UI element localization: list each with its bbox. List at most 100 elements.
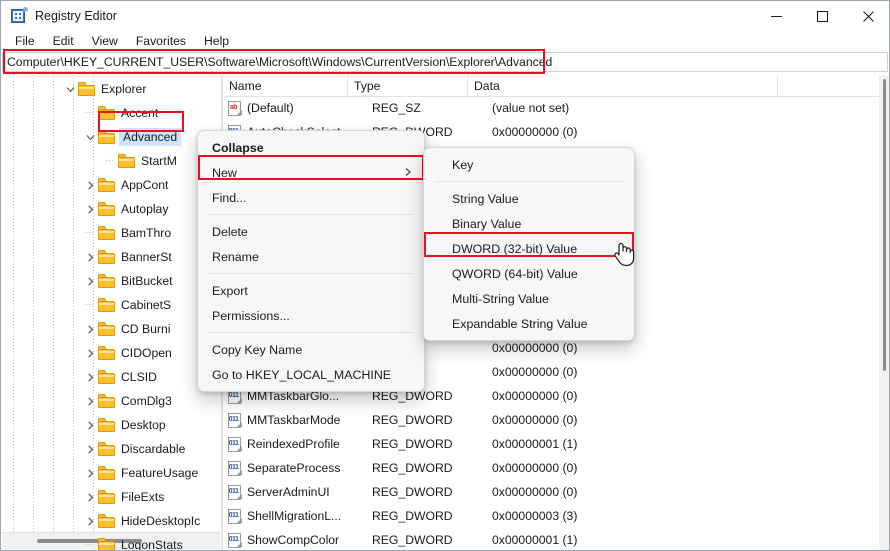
tree-item-bitbucket[interactable]: BitBucket [2, 269, 221, 293]
submenu-item-expandable-string-value[interactable]: Expandable String Value [424, 311, 634, 336]
cell-data: 0x00000000 (0) [492, 485, 578, 499]
tree-item-clsid[interactable]: CLSID [2, 365, 221, 389]
cell-type: REG_DWORD [372, 509, 453, 523]
chevron-right-icon[interactable] [82, 365, 98, 389]
chevron-right-icon[interactable] [82, 341, 98, 365]
tree-item-autoplay[interactable]: Autoplay [2, 197, 221, 221]
menu-item-help[interactable]: Help [196, 33, 237, 49]
menu-item-view[interactable]: View [84, 33, 126, 49]
submenu-item-key[interactable]: Key [424, 152, 634, 177]
chevron-right-icon[interactable] [82, 461, 98, 485]
submenu-item-dword-32-bit-value[interactable]: DWORD (32-bit) Value [424, 236, 634, 261]
chevron-right-icon[interactable] [82, 269, 98, 293]
chevron-right-icon[interactable] [82, 509, 98, 533]
minimize-button[interactable] [753, 1, 799, 31]
submenu-item-string-value[interactable]: String Value [424, 186, 634, 211]
chevron-down-icon[interactable] [62, 77, 78, 101]
folder-icon [98, 249, 116, 265]
tree-item-bannerst[interactable]: BannerSt [2, 245, 221, 269]
tree-item-label: Advanced [119, 128, 182, 146]
context-menu-item-find[interactable]: Find... [198, 185, 424, 210]
context-menu-item-rename[interactable]: Rename [198, 244, 424, 269]
chevron-right-icon[interactable] [82, 485, 98, 509]
tree-item-advanced[interactable]: Advanced [2, 125, 221, 149]
context-menu-item-export[interactable]: Export [198, 278, 424, 303]
tree-item-fileexts[interactable]: FileExts [2, 485, 221, 509]
tree-item-cabinets[interactable]: CabinetS [2, 293, 221, 317]
context-menu-item-permissions[interactable]: Permissions... [198, 303, 424, 328]
tree-item-cidopen[interactable]: CIDOpen [2, 341, 221, 365]
column-header-name[interactable]: Name [223, 75, 348, 96]
tree-item-explorer[interactable]: Explorer [2, 77, 221, 101]
tree-indent-spacer [2, 341, 82, 365]
context-menu-item-go-to-hkey-local-machine[interactable]: Go to HKEY_LOCAL_MACHINE [198, 362, 424, 387]
tree-item-label: BitBucket [121, 274, 173, 288]
chevron-right-icon[interactable] [82, 245, 98, 269]
cell-name: ServerAdminUI [247, 485, 330, 499]
chevron-right-icon[interactable] [82, 437, 98, 461]
tree-item-desktop[interactable]: Desktop [2, 413, 221, 437]
table-row[interactable]: 011 MMTaskbarMode REG_DWORD 0x00000000 (0) [223, 408, 889, 432]
registry-tree-pane[interactable]: Explorer Accent Advanced StartM AppCont Autop… [2, 75, 221, 550]
menu-item-file[interactable]: File [7, 33, 43, 49]
cell-data: 0x00000003 (3) [492, 509, 578, 523]
tree-item-startm[interactable]: StartM [2, 149, 221, 173]
tree-indent-spacer [2, 389, 82, 413]
tree-item-discardable[interactable]: Discardable [2, 437, 221, 461]
context-menu-item-delete[interactable]: Delete [198, 219, 424, 244]
tree-item-list: Explorer Accent Advanced StartM AppCont Autop… [2, 75, 221, 550]
submenu-item-multi-string-value[interactable]: Multi-String Value [424, 286, 634, 311]
table-row[interactable]: 011 ReindexedProfile REG_DWORD 0x00000001 (… [223, 432, 889, 456]
tree-leaf-connector [82, 533, 98, 550]
tree-item-featureusage[interactable]: FeatureUsage [2, 461, 221, 485]
column-header-type[interactable]: Type [348, 75, 468, 96]
chevron-down-icon[interactable] [82, 125, 98, 149]
folder-icon [98, 417, 116, 433]
menu-item-label: DWORD (32-bit) Value [452, 241, 578, 256]
menu-item-edit[interactable]: Edit [45, 33, 82, 49]
registry-path-input[interactable]: Computer\HKEY_CURRENT_USER\Software\Micr… [2, 52, 888, 72]
close-button[interactable] [845, 1, 889, 31]
menu-item-label: Collapse [212, 140, 264, 155]
tree-item-accent[interactable]: Accent [2, 101, 221, 125]
tree-indent-spacer [2, 437, 82, 461]
chevron-right-icon[interactable] [82, 317, 98, 341]
tree-item-cd-burni[interactable]: CD Burni [2, 317, 221, 341]
context-menu-item-collapse[interactable]: Collapse [198, 135, 424, 160]
table-row[interactable]: 011 ShowCompColor REG_DWORD 0x00000001 (1) [223, 528, 889, 550]
cell-type: REG_DWORD [372, 533, 453, 547]
table-row[interactable]: 011 ServerAdminUI REG_DWORD 0x00000000 (0) [223, 480, 889, 504]
title-bar: Registry Editor [1, 1, 889, 31]
submenu-item-binary-value[interactable]: Binary Value [424, 211, 634, 236]
tree-item-comdlg3[interactable]: ComDlg3 [2, 389, 221, 413]
list-vscroll-thumb[interactable] [883, 79, 886, 371]
table-row[interactable]: 011 SeparateProcess REG_DWORD 0x00000000 (0… [223, 456, 889, 480]
chevron-right-icon[interactable] [82, 197, 98, 221]
folder-icon [98, 225, 116, 241]
menu-item-label: Go to HKEY_LOCAL_MACHINE [212, 367, 392, 382]
tree-item-appcont[interactable]: AppCont [2, 173, 221, 197]
folder-icon [98, 345, 116, 361]
tree-item-hidedesktopic[interactable]: HideDesktopIc [2, 509, 221, 533]
context-menu-item-new[interactable]: New [198, 160, 424, 185]
menu-item-label: Find... [212, 190, 247, 205]
list-vertical-scrollbar[interactable] [879, 75, 889, 550]
tree-indent-spacer [2, 293, 82, 317]
menu-item-favorites[interactable]: Favorites [128, 33, 194, 49]
chevron-right-icon[interactable] [82, 173, 98, 197]
maximize-button[interactable] [799, 1, 845, 31]
chevron-right-icon[interactable] [82, 389, 98, 413]
tree-indent-spacer [2, 317, 82, 341]
table-row[interactable]: 011 ShellMigrationL... REG_DWORD 0x00000003… [223, 504, 889, 528]
chevron-right-icon[interactable] [82, 413, 98, 437]
submenu-item-qword-64-bit-value[interactable]: QWORD (64-bit) Value [424, 261, 634, 286]
tree-item-bamthro[interactable]: BamThro [2, 221, 221, 245]
tree-item-label: Desktop [121, 418, 166, 432]
column-header-data[interactable]: Data [468, 75, 778, 96]
context-menu-item-copy-key-name[interactable]: Copy Key Name [198, 337, 424, 362]
table-row[interactable]: ab (Default) REG_SZ (value not set) [223, 96, 889, 120]
cell-data: 0x00000000 (0) [492, 389, 578, 403]
tree-indent-spacer [2, 77, 62, 101]
registry-key-context-menu[interactable]: Collapse New Find... Delete Rename Export Perm… [197, 130, 425, 392]
new-submenu[interactable]: Key String Value Binary Value DWORD (32-bit… [423, 147, 635, 341]
